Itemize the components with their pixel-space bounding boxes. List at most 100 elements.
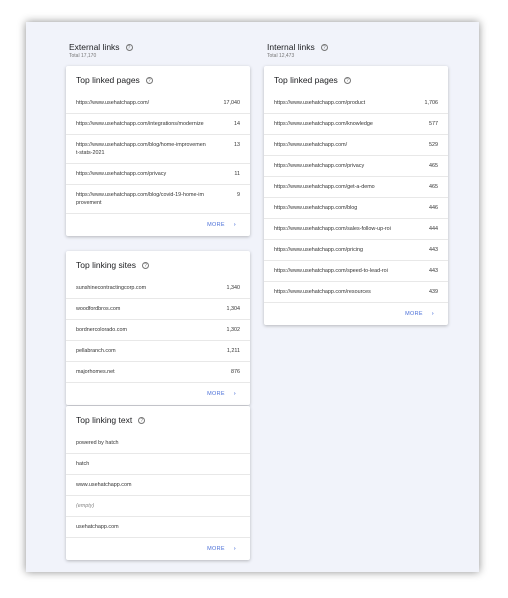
site-name: majorhomes.net: [76, 369, 115, 375]
link-count: 443: [429, 268, 438, 274]
card-title-text: Top linking text: [76, 415, 133, 425]
table-row[interactable]: https://www.usehatchapp.com/integrations…: [66, 114, 250, 135]
help-icon[interactable]: ?: [320, 44, 328, 51]
link-count: 444: [429, 226, 438, 232]
table-row[interactable]: powered by hatch: [66, 433, 250, 454]
chevron-right-icon: ›: [233, 222, 236, 228]
external-top-linking-sites-card: Top linking sites? sunshinecontractingcor…: [66, 251, 250, 405]
table-row[interactable]: pellabranch.com 1,211: [66, 341, 250, 362]
table-row[interactable]: https://www.usehatchapp.com/privacy 465: [264, 156, 448, 177]
table-row[interactable]: usehatchapp.com: [66, 517, 250, 538]
table-row[interactable]: https://www.usehatchapp.com/pricing 443: [264, 240, 448, 261]
help-icon[interactable]: ?: [142, 262, 150, 269]
page-url: https://www.usehatchapp.com/: [76, 100, 150, 106]
page-url: https://www.usehatchapp.com/pricing: [274, 247, 363, 253]
table-row[interactable]: hatch: [66, 454, 250, 475]
table-row[interactable]: https://www.usehatchapp.com/sales-follow…: [264, 219, 448, 240]
link-count: 446: [429, 205, 438, 211]
card-title: Top linking text?: [66, 406, 250, 433]
table-row[interactable]: woodfordbros.com 1,304: [66, 299, 250, 320]
link-count: 465: [429, 163, 438, 169]
table-row[interactable]: https://www.usehatchapp.com/529: [264, 135, 448, 156]
table-row[interactable]: https://www.usehatchapp.com/blog/covid-1…: [66, 185, 250, 214]
link-count: 1,340: [226, 285, 241, 291]
link-count: 11: [234, 171, 240, 177]
site-name: bordnercolorado.com: [76, 327, 127, 333]
page-url: https://www.usehatchapp.com/resources: [274, 289, 371, 295]
card-title-text: Top linked pages: [76, 75, 140, 85]
more-label: MORE: [405, 311, 423, 317]
table-row[interactable]: majorhomes.net 876: [66, 362, 250, 383]
card-title-text: Top linking sites: [76, 260, 137, 270]
table-row[interactable]: https://www.usehatchapp.com/knowledge 577: [264, 114, 448, 135]
chevron-right-icon: ›: [431, 311, 434, 317]
table-row[interactable]: https://www.usehatchapp.com/resources 439: [264, 282, 448, 303]
more-label: MORE: [207, 222, 225, 228]
site-name: pellabranch.com: [76, 348, 116, 354]
table-row[interactable]: sunshinecontractingcorp.com 1,340: [66, 278, 250, 299]
card-title: Top linking sites?: [66, 251, 250, 278]
chevron-right-icon: ›: [233, 391, 236, 397]
table-row[interactable]: bordnercolorado.com 1,302: [66, 320, 250, 341]
more-button[interactable]: MORE ›: [66, 214, 250, 236]
link-text: www.usehatchapp.com: [76, 482, 132, 488]
external-top-linking-text-card: Top linking text? powered by hatch hatch ww…: [66, 406, 250, 560]
link-text: usehatchapp.com: [76, 524, 119, 530]
site-name: woodfordbros.com: [76, 306, 121, 312]
help-icon[interactable]: ?: [145, 77, 153, 84]
link-count: 17,040: [223, 100, 241, 106]
link-count: 529: [429, 142, 438, 148]
page-url: https://www.usehatchapp.com/product: [274, 100, 366, 106]
table-row[interactable]: https://www.usehatchapp.com/product 1,706: [264, 93, 448, 114]
link-count: 443: [429, 247, 438, 253]
table-row[interactable]: https://www.usehatchapp.com/17,040: [66, 93, 250, 114]
link-count: 465: [429, 184, 438, 190]
table-row[interactable]: www.usehatchapp.com: [66, 475, 250, 496]
more-label: MORE: [207, 546, 225, 552]
external-links-header: External links? Total 17,170: [69, 42, 133, 59]
internal-links-total: Total 12,473: [267, 53, 295, 59]
link-count: 1,304: [226, 306, 241, 312]
card-title: Top linked pages?: [264, 66, 448, 93]
link-count: 577: [429, 121, 438, 127]
site-name: sunshinecontractingcorp.com: [76, 285, 147, 291]
link-count: 14: [234, 121, 240, 127]
page-url: https://www.usehatchapp.com/integrations…: [76, 121, 204, 127]
more-button[interactable]: MORE ›: [66, 538, 250, 560]
table-row[interactable]: https://www.usehatchapp.com/blog 446: [264, 198, 448, 219]
more-label: MORE: [207, 391, 225, 397]
table-row[interactable]: https://www.usehatchapp.com/blog/home-im…: [66, 135, 250, 164]
link-count: 876: [231, 369, 240, 375]
link-text: powered by hatch: [76, 440, 119, 446]
page-url: https://www.usehatchapp.com/blog/home-im…: [76, 142, 206, 156]
help-icon[interactable]: ?: [125, 44, 133, 51]
external-links-title: External links: [69, 42, 120, 52]
table-row[interactable]: (empty): [66, 496, 250, 517]
table-row[interactable]: https://www.usehatchapp.com/get-a-demo 46…: [264, 177, 448, 198]
table-row[interactable]: https://www.usehatchapp.com/privacy 11: [66, 164, 250, 185]
external-links-total: Total 17,170: [69, 53, 97, 59]
internal-links-header: Internal links? Total 12,473: [267, 42, 328, 59]
link-count: 1,211: [226, 348, 240, 354]
more-button[interactable]: MORE ›: [264, 303, 448, 325]
page-url: https://www.usehatchapp.com/blog/covid-1…: [76, 192, 204, 206]
chevron-right-icon: ›: [233, 546, 236, 552]
more-button[interactable]: MORE ›: [66, 383, 250, 405]
internal-links-title: Internal links: [267, 42, 315, 52]
table-row[interactable]: https://www.usehatchapp.com/speed-to-lea…: [264, 261, 448, 282]
link-count: 1,302: [226, 327, 241, 333]
page-url: https://www.usehatchapp.com/get-a-demo: [274, 184, 375, 190]
internal-top-linked-pages-card: Top linked pages? https://www.usehatchapp…: [264, 66, 448, 325]
page-url: https://www.usehatchapp.com/speed-to-lea…: [274, 268, 388, 274]
link-text: (empty): [76, 503, 95, 509]
card-title: Top linked pages?: [66, 66, 250, 93]
page-url: https://www.usehatchapp.com/blog: [274, 205, 358, 211]
card-title-text: Top linked pages: [274, 75, 338, 85]
link-count: 13: [234, 142, 240, 148]
external-top-linked-pages-card: Top linked pages? https://www.usehatchapp…: [66, 66, 250, 236]
link-text: hatch: [76, 461, 90, 467]
help-icon[interactable]: ?: [138, 417, 146, 424]
link-count: 9: [237, 192, 240, 198]
page-url: https://www.usehatchapp.com/: [274, 142, 348, 148]
help-icon[interactable]: ?: [343, 77, 351, 84]
